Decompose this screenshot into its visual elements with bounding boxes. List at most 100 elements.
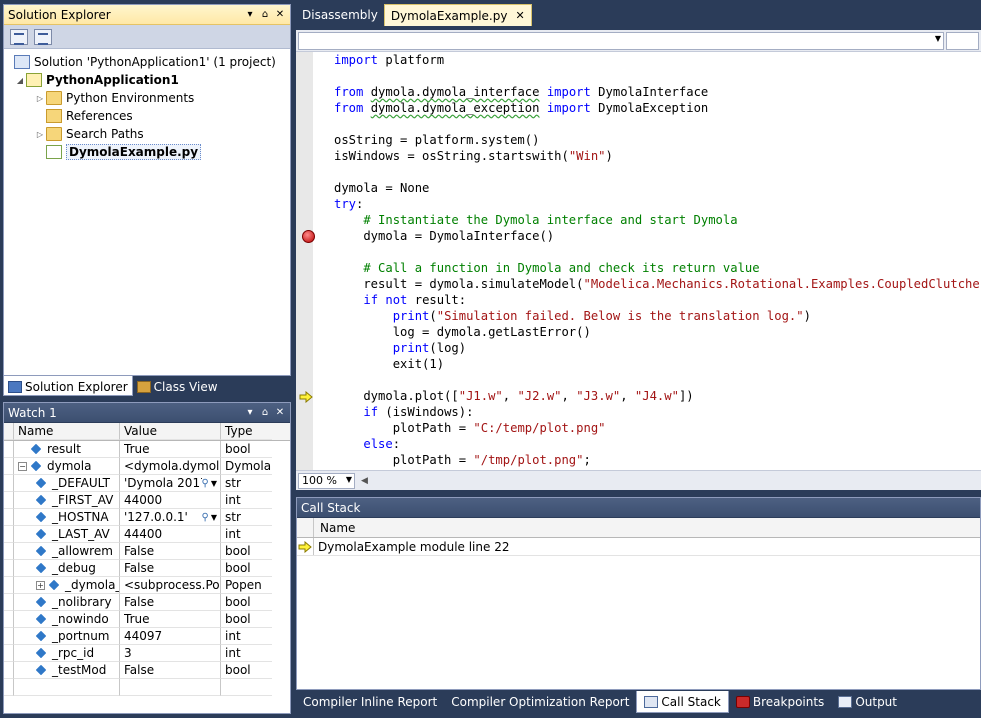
watch-row[interactable]: _nolibrary False bool: [4, 594, 290, 611]
watch-row[interactable]: result True bool: [4, 441, 290, 458]
watch-row[interactable]: − dymola <dymola.dymola_DymolaI: [4, 458, 290, 475]
code-line[interactable]: exit(1): [334, 356, 979, 372]
watch-value-cell[interactable]: 44000: [120, 492, 221, 509]
code-text[interactable]: import platform from dymola.dymola_interf…: [334, 52, 981, 468]
code-line[interactable]: log = dymola.getLastError(): [334, 324, 979, 340]
watch-row[interactable]: _nowindo True bool: [4, 611, 290, 628]
tree-item-dymolaexample-py[interactable]: DymolaExample.py: [4, 143, 290, 161]
code-line[interactable]: isWindows = osString.startswith("Win"): [334, 148, 979, 164]
call-stack-header-name[interactable]: Name: [314, 518, 355, 537]
tab-disassembly[interactable]: Disassembly: [296, 4, 384, 26]
watch-value-cell[interactable]: 3: [120, 645, 221, 662]
tab-dymolaexample-py[interactable]: DymolaExample.py ✕: [383, 4, 532, 26]
watch-header-value[interactable]: Value: [120, 423, 221, 440]
tab-output[interactable]: Output: [831, 691, 904, 713]
watch-name-cell[interactable]: [14, 679, 120, 696]
close-icon[interactable]: ✕: [515, 9, 524, 22]
watch-value-cell[interactable]: 'Dymola 2017 ⚲ ▼: [120, 475, 221, 492]
dropdown-icon[interactable]: ▾: [244, 407, 256, 418]
watch-value-cell[interactable]: 44400: [120, 526, 221, 543]
chevron-down-icon[interactable]: ▼: [211, 479, 217, 488]
expand-arrow-icon[interactable]: ▷: [34, 94, 46, 103]
code-line[interactable]: result = dymola.simulateModel("Modelica.…: [334, 276, 981, 292]
code-editor[interactable]: import platform from dymola.dymola_interf…: [296, 52, 981, 470]
watch-name-cell[interactable]: _testMod: [14, 662, 120, 679]
editor-gutter[interactable]: [296, 52, 313, 470]
properties-icon[interactable]: [10, 28, 28, 45]
code-line[interactable]: print("Simulation failed. Below is the t…: [334, 308, 979, 324]
collapse-arrow-icon[interactable]: ◢: [14, 76, 26, 85]
watch-name-cell[interactable]: _nowindo: [14, 611, 120, 628]
code-line[interactable]: osString = platform.system(): [334, 132, 979, 148]
code-line[interactable]: [334, 116, 979, 132]
expand-icon[interactable]: +: [36, 580, 45, 590]
watch-value-cell[interactable]: '127.0.0.1' ⚲ ▼: [120, 509, 221, 526]
code-line[interactable]: [334, 68, 979, 84]
watch-name-cell[interactable]: + _dymola_: [14, 577, 120, 594]
tree-item-project[interactable]: ◢ PythonApplication1: [4, 71, 290, 89]
code-line[interactable]: if (isWindows):: [334, 404, 979, 420]
watch-name-cell[interactable]: _portnum: [14, 628, 120, 645]
watch-name-cell[interactable]: _LAST_AV: [14, 526, 120, 543]
code-line[interactable]: plotPath = "C:/temp/plot.png": [334, 420, 979, 436]
watch-name-cell[interactable]: _HOSTNA: [14, 509, 120, 526]
watch-value-cell[interactable]: [120, 679, 221, 696]
watch-value-cell[interactable]: <dymola.dymola_: [120, 458, 221, 475]
tab-compiler-optimization-report[interactable]: Compiler Optimization Report: [444, 691, 636, 713]
watch-value-cell[interactable]: True: [120, 441, 221, 458]
code-line[interactable]: from dymola.dymola_interface import Dymo…: [334, 84, 979, 100]
watch-name-cell[interactable]: _FIRST_AV: [14, 492, 120, 509]
code-line[interactable]: if not result:: [334, 292, 979, 308]
watch-name-cell[interactable]: _DEFAULT: [14, 475, 120, 492]
scroll-left-icon[interactable]: ◀: [361, 476, 368, 486]
watch-row[interactable]: _portnum 44097 int: [4, 628, 290, 645]
tab-call-stack[interactable]: Call Stack: [636, 691, 729, 713]
code-line[interactable]: [334, 244, 979, 260]
watch-row[interactable]: _DEFAULT 'Dymola 2017 ⚲ ▼ str: [4, 475, 290, 492]
watch-row[interactable]: _rpc_id 3 int: [4, 645, 290, 662]
tab-class-view[interactable]: Class View: [133, 376, 222, 396]
tab-compiler-inline-report[interactable]: Compiler Inline Report: [296, 691, 444, 713]
pin-icon[interactable]: ⌂: [259, 407, 271, 418]
chevron-down-icon[interactable]: ▼: [211, 513, 217, 522]
watch-name-cell[interactable]: _rpc_id: [14, 645, 120, 662]
tree-item-references[interactable]: References: [4, 107, 290, 125]
watch-name-cell[interactable]: − dymola: [14, 458, 120, 475]
tab-breakpoints[interactable]: Breakpoints: [729, 691, 831, 713]
code-line[interactable]: dymola.plot(["J1.w", "J2.w", "J3.w", "J4…: [334, 388, 979, 404]
breakpoint-icon[interactable]: [302, 230, 315, 243]
scope-dropdown[interactable]: ▼: [298, 32, 944, 50]
tree-item-python-environments[interactable]: ▷ Python Environments: [4, 89, 290, 107]
call-stack-row[interactable]: DymolaExample module line 22: [297, 538, 980, 556]
dropdown-icon[interactable]: ▾: [244, 9, 256, 20]
watch-name-cell[interactable]: _debug: [14, 560, 120, 577]
code-line[interactable]: [334, 372, 979, 388]
code-line[interactable]: from dymola.dymola_exception import Dymo…: [334, 100, 979, 116]
collapse-icon[interactable]: −: [18, 461, 27, 471]
watch-row[interactable]: + _dymola_ <subprocess.PopePopen: [4, 577, 290, 594]
tab-solution-explorer[interactable]: Solution Explorer: [3, 376, 133, 396]
code-line[interactable]: print(log): [334, 340, 979, 356]
watch-name-cell[interactable]: _allowrem: [14, 543, 120, 560]
code-line[interactable]: import platform: [334, 52, 979, 68]
expand-arrow-icon[interactable]: ▷: [34, 130, 46, 139]
watch-value-cell[interactable]: False: [120, 543, 221, 560]
watch-row[interactable]: [4, 679, 290, 696]
watch-row[interactable]: _LAST_AV 44400 int: [4, 526, 290, 543]
watch-value-cell[interactable]: True: [120, 611, 221, 628]
close-icon[interactable]: ✕: [274, 9, 286, 20]
magnifier-icon[interactable]: ⚲: [202, 512, 209, 523]
watch-row[interactable]: _FIRST_AV 44000 int: [4, 492, 290, 509]
watch-value-cell[interactable]: False: [120, 594, 221, 611]
watch-value-cell[interactable]: False: [120, 560, 221, 577]
watch-row[interactable]: _allowrem False bool: [4, 543, 290, 560]
watch-value-cell[interactable]: 44097: [120, 628, 221, 645]
code-line[interactable]: try:: [334, 196, 979, 212]
show-all-files-icon[interactable]: [34, 28, 52, 45]
close-icon[interactable]: ✕: [274, 407, 286, 418]
code-line[interactable]: dymola = None: [334, 180, 979, 196]
watch-row[interactable]: _debug False bool: [4, 560, 290, 577]
code-line[interactable]: # Instantiate the Dymola interface and s…: [334, 212, 979, 228]
code-line[interactable]: [334, 164, 979, 180]
watch-header-type[interactable]: Type: [221, 423, 272, 440]
